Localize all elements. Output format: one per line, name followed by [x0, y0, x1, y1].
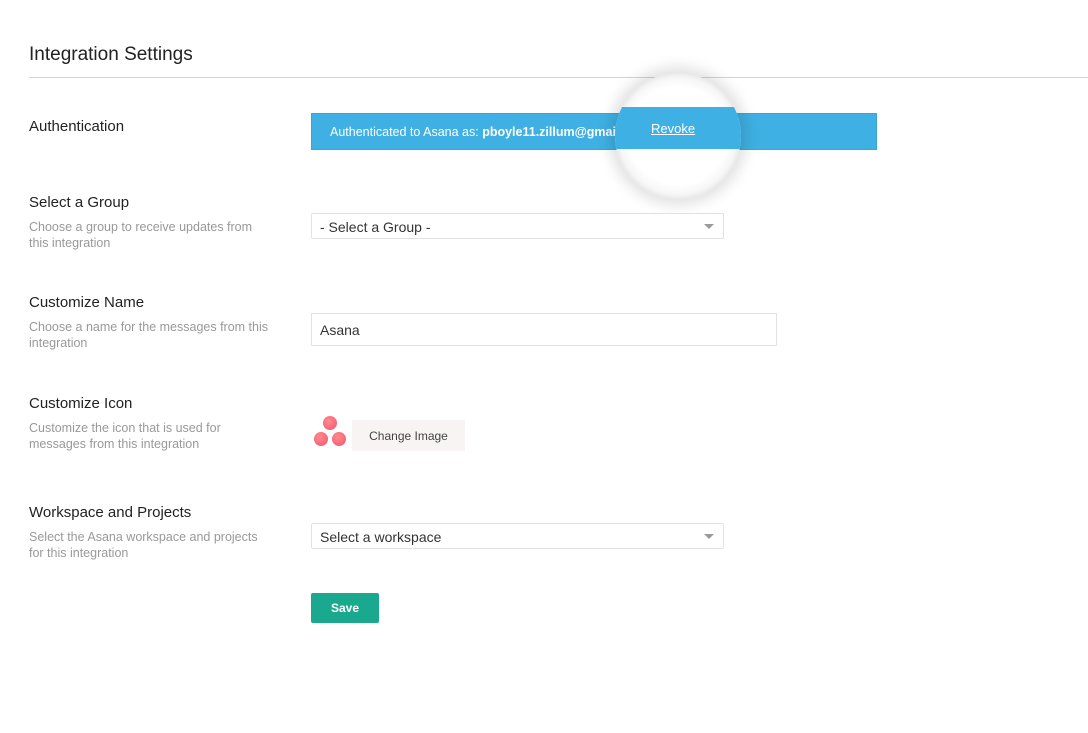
- chevron-down-icon: [704, 224, 714, 229]
- asana-logo-dot: [314, 432, 328, 446]
- authentication-status-bar: Authenticated to Asana as: pboyle11.zill…: [311, 113, 877, 150]
- workspace-select-value: Select a workspace: [320, 529, 442, 545]
- group-description: Choose a group to receive updates from t…: [29, 220, 253, 250]
- title-divider: [29, 77, 1088, 78]
- group-select-value: - Select a Group -: [320, 219, 431, 235]
- workspace-description: Select the Asana workspace and projects …: [29, 530, 258, 560]
- authentication-status-text: Authenticated to Asana as: pboyle11.zill…: [330, 125, 638, 139]
- authentication-status-prefix: Authenticated to Asana as:: [330, 125, 479, 139]
- asana-logo-dot: [323, 416, 337, 430]
- name-label: Customize Name: [29, 294, 145, 311]
- save-button[interactable]: Save: [311, 593, 379, 623]
- name-input[interactable]: [311, 313, 777, 346]
- revoke-magnifier: Revoke: [615, 73, 741, 199]
- change-image-button[interactable]: Change Image: [352, 420, 465, 451]
- group-label: Select a Group: [29, 194, 130, 211]
- icon-label: Customize Icon: [29, 395, 133, 412]
- asana-logo-icon: [313, 416, 347, 447]
- asana-logo-dot: [332, 432, 346, 446]
- workspace-select[interactable]: Select a workspace: [311, 523, 724, 549]
- chevron-down-icon: [704, 534, 714, 539]
- authentication-label: Authentication: [29, 118, 125, 135]
- workspace-label: Workspace and Projects: [29, 504, 192, 521]
- icon-description: Customize the icon that is used for mess…: [29, 421, 221, 451]
- revoke-link[interactable]: Revoke: [651, 121, 695, 136]
- page-title: Integration Settings: [29, 44, 193, 65]
- group-select[interactable]: - Select a Group -: [311, 213, 724, 239]
- name-description: Choose a name for the messages from this…: [29, 320, 269, 350]
